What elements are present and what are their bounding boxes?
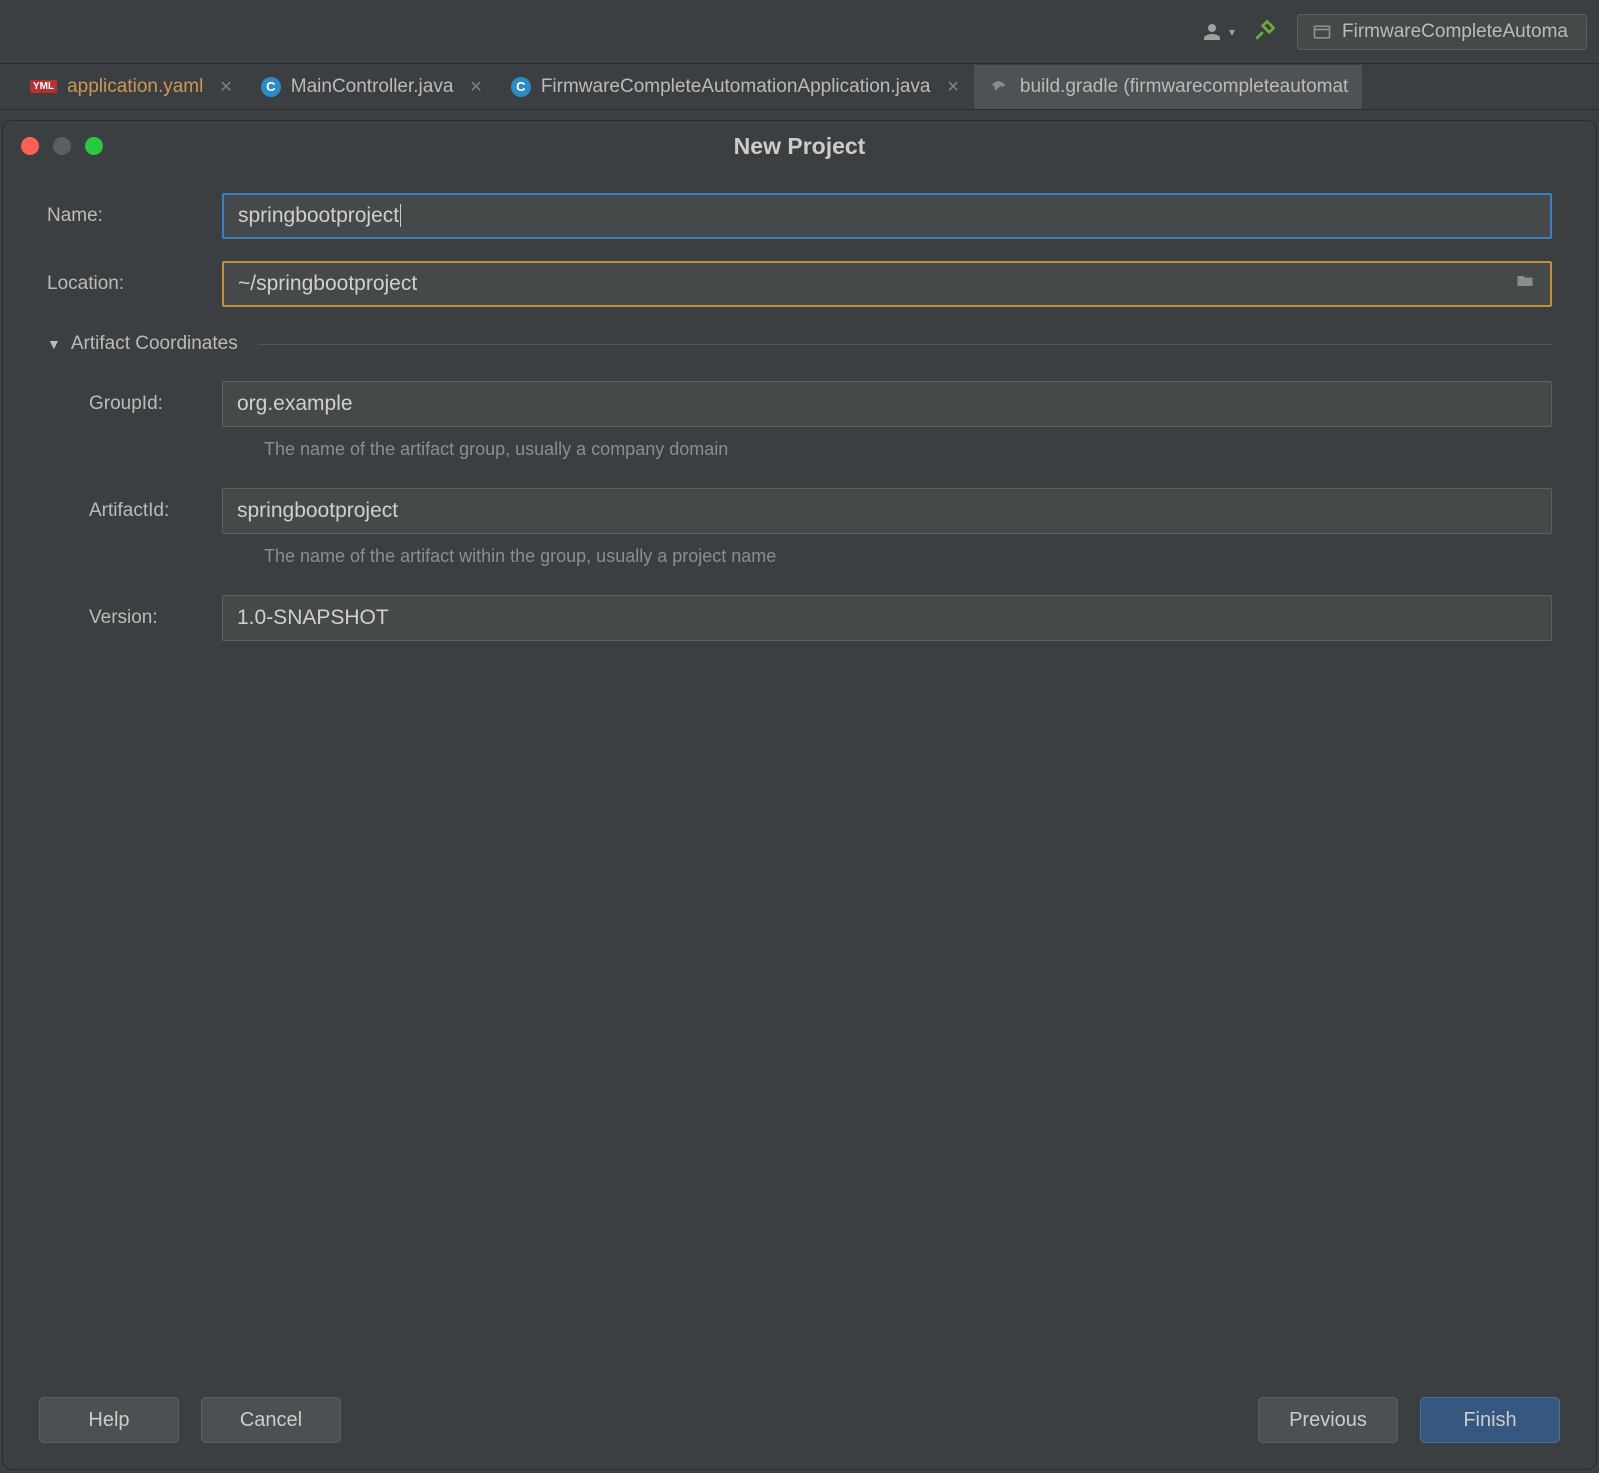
groupid-hint: The name of the artifact group, usually … bbox=[264, 439, 1552, 460]
tab-label: MainController.java bbox=[291, 76, 454, 98]
groupid-value: org.example bbox=[237, 392, 353, 416]
new-project-dialog: New Project Name: springbootproject Loca… bbox=[2, 120, 1597, 1470]
location-row: Location: ~/springbootproject bbox=[47, 261, 1552, 307]
name-value: springbootproject bbox=[238, 204, 399, 227]
close-icon[interactable]: ✕ bbox=[469, 77, 482, 97]
tab-label: build.gradle (firmwarecompleteautomat bbox=[1020, 76, 1348, 98]
gradle-icon bbox=[988, 73, 1010, 101]
run-configuration-selector[interactable]: FirmwareCompleteAutoma bbox=[1297, 14, 1587, 50]
close-icon[interactable]: ✕ bbox=[947, 77, 960, 97]
tab-label: FirmwareCompleteAutomationApplication.ja… bbox=[541, 76, 931, 98]
close-icon[interactable]: ✕ bbox=[219, 77, 232, 97]
section-divider bbox=[258, 344, 1552, 345]
artifactid-row: ArtifactId: springbootproject bbox=[47, 488, 1552, 534]
artifactid-value: springbootproject bbox=[237, 499, 398, 523]
window-icon bbox=[1312, 22, 1332, 42]
tab-maincontroller[interactable]: C MainController.java ✕ bbox=[247, 68, 497, 106]
cancel-button[interactable]: Cancel bbox=[201, 1397, 341, 1443]
java-class-icon: C bbox=[261, 77, 281, 97]
artifactid-input[interactable]: springbootproject bbox=[222, 488, 1552, 534]
dialog-button-bar: Help Cancel Previous Finish bbox=[3, 1379, 1596, 1469]
name-label: Name: bbox=[47, 205, 222, 227]
previous-button[interactable]: Previous bbox=[1258, 1397, 1398, 1443]
artifactid-label: ArtifactId: bbox=[89, 500, 222, 522]
help-button[interactable]: Help bbox=[39, 1397, 179, 1443]
run-config-label: FirmwareCompleteAutoma bbox=[1342, 21, 1568, 43]
tab-label: application.yaml bbox=[67, 76, 203, 98]
build-icon[interactable] bbox=[1253, 16, 1279, 48]
section-title: Artifact Coordinates bbox=[71, 333, 238, 355]
browse-folder-icon[interactable] bbox=[1514, 271, 1536, 297]
tab-application-yaml[interactable]: YML application.yaml ✕ bbox=[16, 68, 247, 106]
top-toolbar: ▾ FirmwareCompleteAutoma bbox=[0, 0, 1599, 64]
dialog-content: Name: springbootproject Location: ~/spri… bbox=[3, 171, 1596, 1379]
groupid-row: GroupId: org.example bbox=[47, 381, 1552, 427]
location-label: Location: bbox=[47, 273, 222, 295]
version-value: 1.0-SNAPSHOT bbox=[237, 606, 389, 630]
dialog-title: New Project bbox=[3, 133, 1596, 160]
artifactid-hint: The name of the artifact within the grou… bbox=[264, 546, 1552, 567]
location-value: ~/springbootproject bbox=[238, 272, 417, 296]
editor-tabs: YML application.yaml ✕ C MainController.… bbox=[0, 64, 1599, 110]
tab-build-gradle[interactable]: build.gradle (firmwarecompleteautomat bbox=[974, 65, 1362, 109]
version-row: Version: 1.0-SNAPSHOT bbox=[47, 595, 1552, 641]
java-class-icon: C bbox=[511, 77, 531, 97]
finish-button[interactable]: Finish bbox=[1420, 1397, 1560, 1443]
groupid-input[interactable]: org.example bbox=[222, 381, 1552, 427]
dialog-titlebar: New Project bbox=[3, 121, 1596, 171]
user-icon[interactable]: ▾ bbox=[1199, 20, 1235, 44]
name-row: Name: springbootproject bbox=[47, 193, 1552, 239]
name-input[interactable]: springbootproject bbox=[222, 193, 1552, 239]
yaml-icon: YML bbox=[30, 80, 57, 93]
artifact-coordinates-section[interactable]: ▼ Artifact Coordinates bbox=[47, 333, 1552, 355]
version-input[interactable]: 1.0-SNAPSHOT bbox=[222, 595, 1552, 641]
location-input[interactable]: ~/springbootproject bbox=[222, 261, 1552, 307]
groupid-label: GroupId: bbox=[89, 393, 222, 415]
collapse-triangle-icon: ▼ bbox=[47, 336, 61, 352]
tab-firmware-app[interactable]: C FirmwareCompleteAutomationApplication.… bbox=[497, 68, 974, 106]
version-label: Version: bbox=[89, 607, 222, 629]
